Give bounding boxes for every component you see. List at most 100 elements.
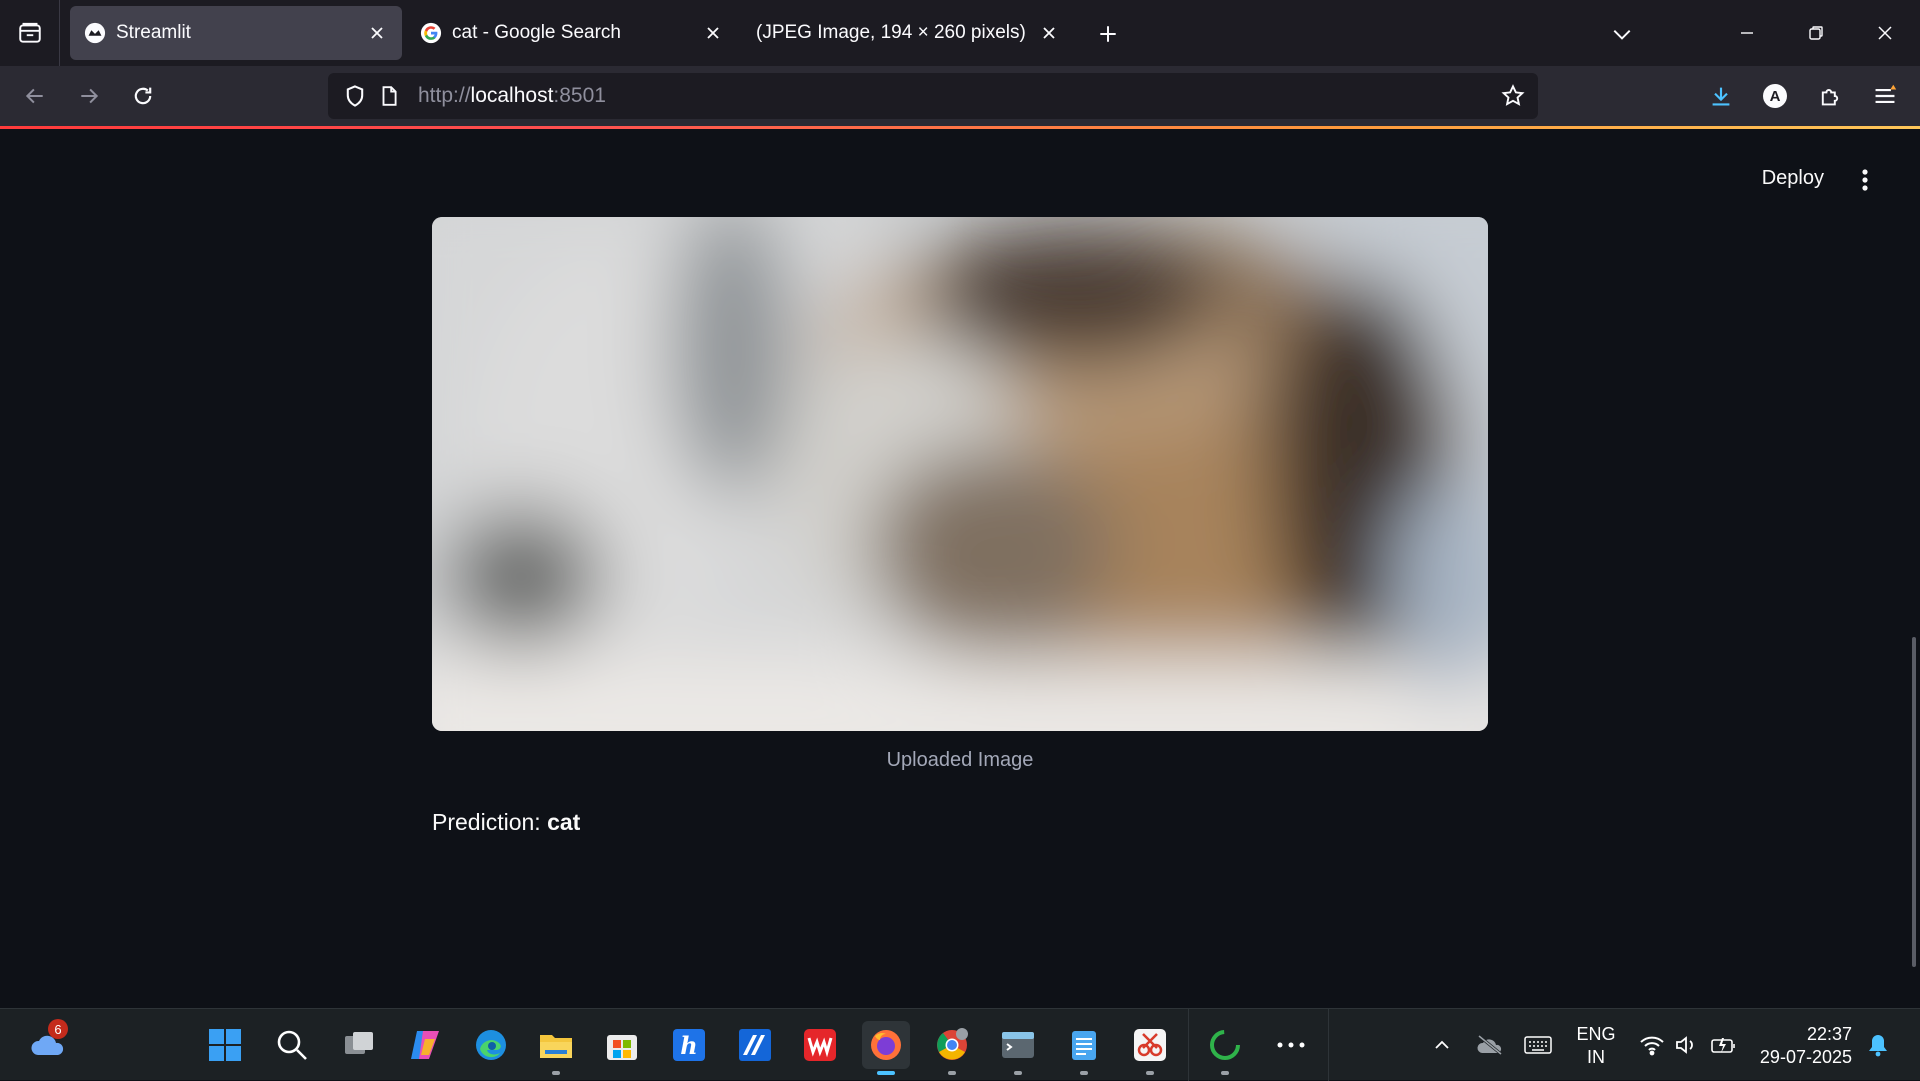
tab-streamlit[interactable]: Streamlit bbox=[70, 6, 402, 60]
file-explorer-button[interactable] bbox=[532, 1021, 580, 1075]
notepad-button[interactable] bbox=[1060, 1021, 1108, 1075]
close-tab-button[interactable] bbox=[364, 20, 390, 46]
close-tab-button[interactable] bbox=[700, 20, 726, 46]
restore-button[interactable] bbox=[1793, 10, 1839, 56]
firefox-icon bbox=[871, 1030, 901, 1060]
address-bar[interactable]: http://localhost:8501 bbox=[328, 73, 1538, 119]
notifications-button[interactable] bbox=[1858, 1021, 1898, 1069]
running-indicator bbox=[1146, 1071, 1154, 1075]
download-icon bbox=[1712, 87, 1730, 106]
hamburger-menu-icon bbox=[1875, 84, 1897, 103]
hp-app-button[interactable]: h bbox=[665, 1021, 713, 1069]
notification-badge: 6 bbox=[48, 1019, 68, 1039]
terminal-icon bbox=[1002, 1032, 1034, 1058]
tab-jpeg-image[interactable]: (JPEG Image, 194 × 260 pixels) bbox=[742, 6, 1074, 60]
forward-button[interactable] bbox=[68, 75, 110, 117]
firefox-view-icon bbox=[18, 22, 41, 43]
show-hidden-icons-button[interactable] bbox=[1418, 1021, 1466, 1069]
snipping-tool-button[interactable] bbox=[1126, 1021, 1174, 1075]
tab-cat-google-search[interactable]: cat - Google Search bbox=[406, 6, 738, 60]
file-explorer-icon bbox=[540, 1035, 572, 1058]
notepad-icon bbox=[1072, 1031, 1096, 1060]
running-indicator bbox=[1080, 1071, 1088, 1075]
start-icon bbox=[209, 1029, 241, 1061]
edge-icon bbox=[476, 1030, 506, 1060]
puzzle-icon bbox=[1821, 89, 1839, 106]
navigation-toolbar: http://localhost:8501 A bbox=[0, 66, 1920, 126]
page-scrollbar[interactable] bbox=[1912, 637, 1916, 967]
close-window-button[interactable] bbox=[1862, 10, 1908, 56]
language-code: ENG bbox=[1576, 1024, 1616, 1044]
search-button[interactable] bbox=[268, 1021, 316, 1069]
windows-taskbar: 6 h ENG IN 22:37 29-07-2025 bbox=[0, 1008, 1920, 1081]
chrome-button[interactable] bbox=[928, 1021, 976, 1075]
edge-button[interactable] bbox=[467, 1021, 515, 1069]
microsoft-store-button[interactable] bbox=[598, 1021, 646, 1069]
tracking-protection-button[interactable] bbox=[338, 79, 372, 113]
image-caption: Uploaded Image bbox=[886, 749, 1034, 771]
keyboard-icon bbox=[1524, 1036, 1552, 1054]
app-icon bbox=[739, 1029, 771, 1061]
search-icon bbox=[277, 1030, 307, 1060]
prediction-label: Prediction: bbox=[432, 809, 541, 835]
page-info-button[interactable] bbox=[372, 79, 406, 113]
reload-button[interactable] bbox=[122, 75, 164, 117]
running-indicator bbox=[1221, 1071, 1229, 1075]
loading-app-button[interactable] bbox=[1201, 1021, 1249, 1075]
taskbar-separator bbox=[1188, 1009, 1189, 1081]
main-menu-button[interactable] bbox=[1850, 165, 1880, 195]
more-apps-button[interactable] bbox=[1267, 1021, 1315, 1069]
list-all-tabs-button[interactable] bbox=[1604, 16, 1640, 52]
url-scheme: http:// bbox=[418, 84, 471, 107]
reload-icon bbox=[134, 87, 152, 105]
extensions-button[interactable] bbox=[1809, 75, 1851, 117]
arrow-right-icon bbox=[81, 88, 99, 104]
terminal-button[interactable] bbox=[994, 1021, 1042, 1075]
copilot-button[interactable] bbox=[401, 1021, 449, 1069]
firefox-button[interactable] bbox=[862, 1021, 910, 1075]
prediction-result: Prediction: cat bbox=[432, 809, 580, 836]
page-icon bbox=[382, 86, 397, 106]
bookmark-button[interactable] bbox=[1494, 77, 1532, 115]
url-text[interactable]: http://localhost:8501 bbox=[418, 84, 1494, 108]
loading-app-icon bbox=[1210, 1030, 1240, 1060]
minimize-button[interactable] bbox=[1724, 10, 1770, 56]
streamlit-icon bbox=[84, 22, 106, 44]
taskbar-separator bbox=[1328, 1009, 1329, 1081]
start-button[interactable] bbox=[201, 1021, 249, 1069]
app-button[interactable] bbox=[731, 1021, 779, 1069]
hp-icon: h bbox=[673, 1029, 705, 1061]
wps-office-button[interactable] bbox=[796, 1021, 844, 1069]
url-host: localhost bbox=[470, 84, 554, 107]
battery-button[interactable] bbox=[1700, 1021, 1748, 1069]
streamlit-app: Deploy Uploaded Image Prediction: cat bbox=[0, 129, 1920, 1008]
running-indicator bbox=[877, 1071, 895, 1075]
microsoft-store-icon bbox=[607, 1035, 637, 1060]
back-button[interactable] bbox=[14, 75, 56, 117]
downloads-button[interactable] bbox=[1700, 75, 1742, 117]
firefox-view-button[interactable] bbox=[0, 0, 60, 66]
prediction-value: cat bbox=[547, 809, 581, 835]
url-port: :8501 bbox=[553, 84, 606, 107]
input-language-indicator[interactable]: ENG IN bbox=[1566, 1023, 1626, 1069]
bell-icon bbox=[1869, 1035, 1887, 1057]
account-initial: A bbox=[1769, 87, 1781, 105]
new-tab-button[interactable] bbox=[1090, 16, 1126, 52]
running-indicator bbox=[1014, 1071, 1022, 1075]
plus-icon bbox=[1100, 26, 1116, 42]
cloud-offline-icon bbox=[1477, 1034, 1502, 1056]
google-icon bbox=[420, 22, 442, 44]
onedrive-button[interactable] bbox=[1466, 1021, 1514, 1069]
browser-tab-bar: Streamlit cat - Google Search (JPEG Imag… bbox=[0, 0, 1920, 66]
region-code: IN bbox=[1587, 1047, 1605, 1067]
svg-text:h: h bbox=[680, 1031, 697, 1060]
touch-keyboard-button[interactable] bbox=[1514, 1021, 1562, 1069]
app-menu-button[interactable] bbox=[1864, 75, 1906, 117]
deploy-button[interactable]: Deploy bbox=[1762, 167, 1824, 190]
task-view-button[interactable] bbox=[335, 1021, 383, 1069]
close-tab-button[interactable] bbox=[1036, 20, 1062, 46]
clock[interactable]: 22:37 29-07-2025 bbox=[1756, 1023, 1852, 1069]
account-button[interactable]: A bbox=[1754, 75, 1796, 117]
more-icon bbox=[1277, 1042, 1305, 1048]
chrome-icon bbox=[937, 1028, 968, 1060]
